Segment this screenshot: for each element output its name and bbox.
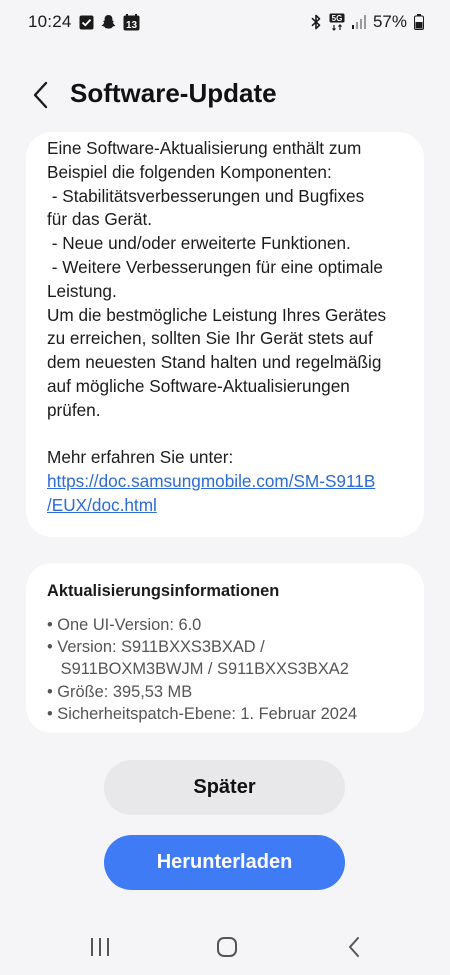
description-line: - Neue und/oder erweiterte Funktionen.	[47, 233, 351, 254]
update-info-item: • Version: S911BXXS3BXAD /	[47, 638, 265, 657]
update-info-item: S911BOXM3BWJM / S911BXXS3BXA2	[47, 660, 349, 679]
status-right: 5G 57%	[310, 12, 424, 32]
description-line: Um die bestmögliche Leistung Ihres Gerät…	[47, 304, 387, 325]
update-info-item: • One UI-Version: 6.0	[47, 616, 202, 634]
description-line: Leistung.	[47, 280, 117, 301]
description-line: auf mögliche Software-Aktualisierungen	[47, 375, 350, 396]
recent-apps-icon	[91, 938, 109, 956]
calendar-icon: 13	[123, 13, 140, 31]
link-line-1[interactable]: https://doc.samsungmobile.com/SM-S911B	[47, 470, 402, 494]
snapchat-icon	[101, 14, 116, 30]
status-left: 10:24 13	[28, 12, 140, 32]
checkbox-icon	[79, 15, 94, 30]
bluetooth-icon	[310, 14, 322, 30]
calendar-day: 13	[125, 20, 137, 31]
description-card: Eine Software-Aktualisierung enthält zum…	[26, 132, 424, 537]
back-button[interactable]	[24, 78, 58, 112]
home-icon	[217, 937, 237, 957]
description-line: dem neuesten Stand halten und regelmäßig	[47, 352, 382, 373]
description-line: Beispiel die folgenden Komponenten:	[47, 161, 332, 182]
signal-icon	[351, 15, 366, 29]
home-button[interactable]	[207, 930, 247, 964]
battery-icon	[414, 14, 424, 30]
description-line: - Stabilitätsverbesserungen und Bugfixes	[47, 185, 365, 206]
status-time: 10:24	[28, 12, 72, 31]
navigation-bar	[0, 920, 450, 975]
description-text: Eine Software-Aktualisierung enthält zum…	[47, 137, 402, 423]
description-line: zu erreichen, sollten Sie Ihr Gerät stet…	[47, 328, 373, 349]
app-header: Software-Update	[0, 70, 450, 120]
later-button[interactable]: Später	[104, 760, 345, 815]
page-title: Software-Update	[70, 78, 277, 108]
battery-percent: 57%	[372, 12, 407, 31]
nav-back-button[interactable]	[334, 930, 374, 964]
update-info-list: • One UI-Version: 6.0 • Version: S911BXXS…	[47, 614, 402, 725]
network-label: 5G	[332, 14, 343, 23]
recent-apps-button[interactable]	[80, 930, 120, 964]
description-line: prüfen.	[47, 399, 101, 420]
update-info-item: • Größe: 395,53 MB	[47, 682, 193, 701]
link-line-2[interactable]: /EUX/doc.html	[47, 494, 402, 518]
description-line: - Weitere Verbesserungen für eine optima…	[47, 256, 383, 277]
description-line: Eine Software-Aktualisierung enthält zum	[47, 138, 362, 158]
status-bar: 10:24 13 5G 57%	[0, 0, 450, 44]
more-info-label: Mehr erfahren Sie unter:	[47, 447, 234, 468]
download-button[interactable]: Herunterladen	[104, 835, 345, 890]
description-line: für das Gerät.	[47, 209, 153, 230]
network-5g-icon: 5G	[329, 13, 345, 31]
more-info-link[interactable]: https://doc.samsungmobile.com/SM-S911B /…	[47, 470, 402, 518]
back-chevron-icon	[33, 81, 48, 109]
back-icon	[349, 937, 359, 957]
update-info-card: Aktualisierungsinformationen • One UI-Ve…	[26, 563, 424, 733]
update-info-item: • Sicherheitspatch-Ebene: 1. Februar 202…	[47, 704, 358, 723]
update-info-title: Aktualisierungsinformationen	[47, 582, 280, 600]
